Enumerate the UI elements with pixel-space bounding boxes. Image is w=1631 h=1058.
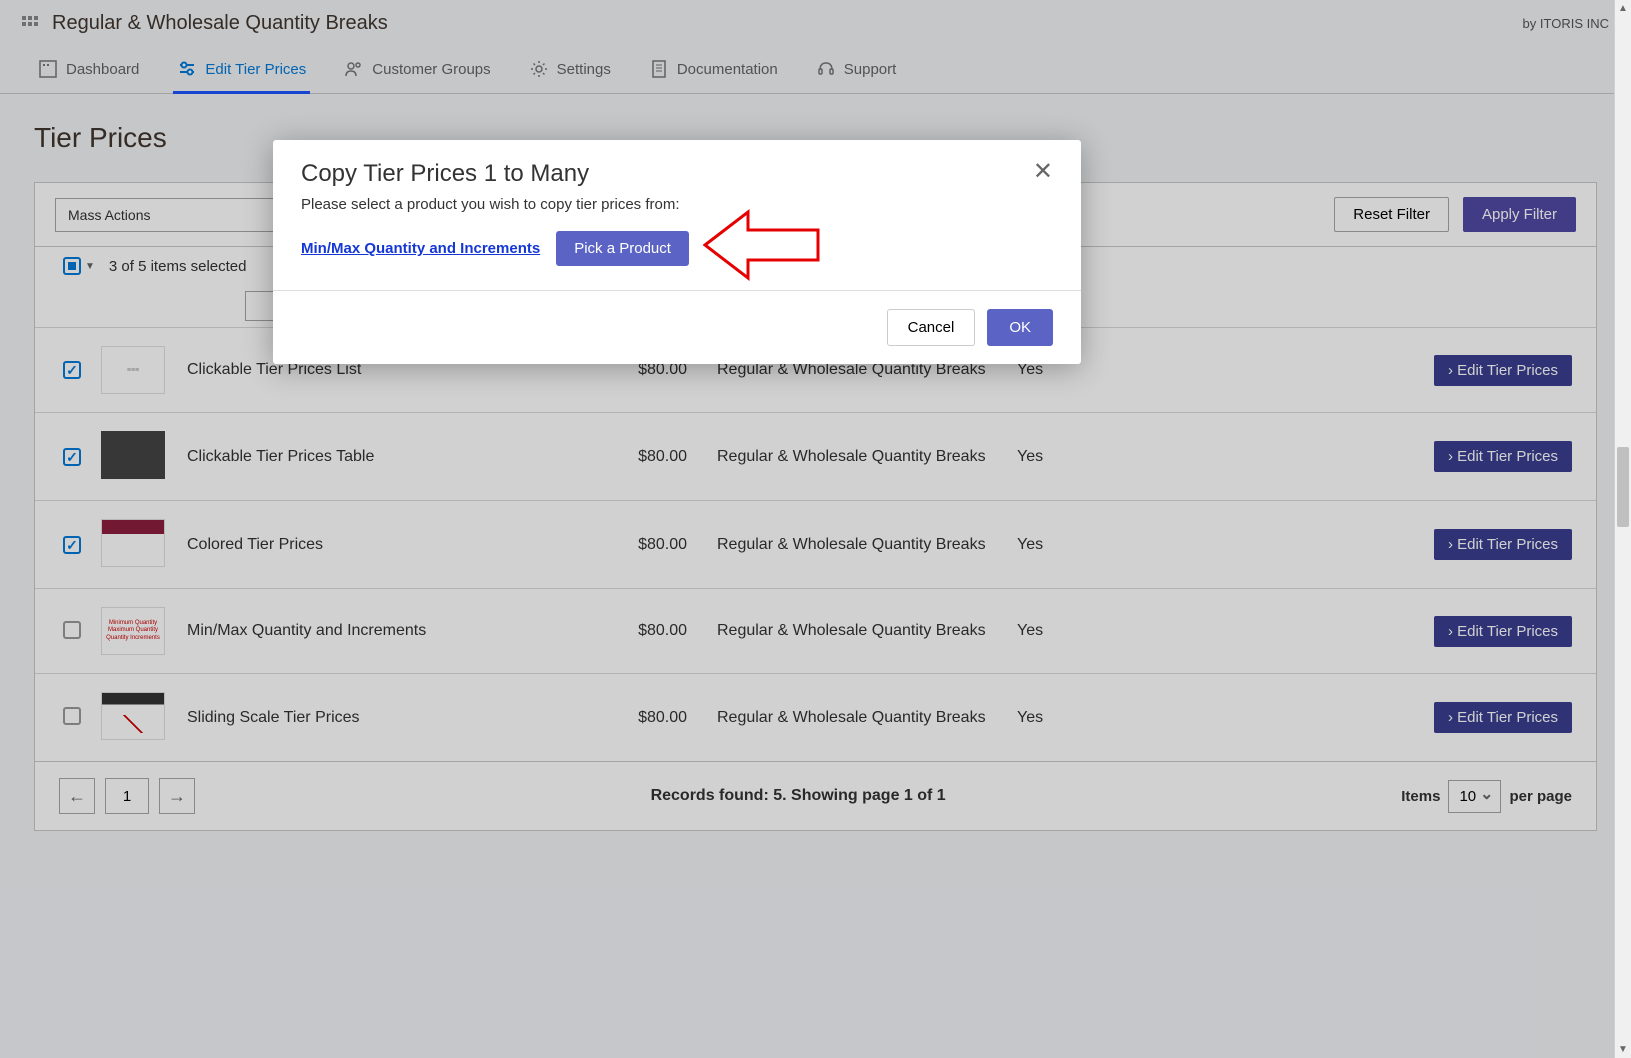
tab-edit-tier-label: Edit Tier Prices (205, 61, 306, 78)
tab-settings-label: Settings (557, 61, 611, 78)
next-page-button[interactable]: → (159, 778, 195, 814)
mass-actions-label: Mass Actions (68, 207, 150, 223)
tab-settings[interactable]: Settings (525, 47, 615, 94)
table-row: Minimum Quantity Maximum Quantity Quanti… (35, 589, 1596, 674)
tab-documentation-label: Documentation (677, 61, 778, 78)
product-price: $80.00 (597, 501, 697, 589)
row-checkbox[interactable] (63, 621, 81, 639)
sliders-icon (177, 59, 197, 79)
product-enabled: Yes (1007, 413, 1127, 501)
mass-actions-dropdown[interactable]: Mass Actions (55, 198, 275, 232)
product-category: Regular & Wholesale Quantity Breaks (697, 413, 1007, 501)
headset-icon (816, 59, 836, 79)
tab-customer-groups-label: Customer Groups (372, 61, 490, 78)
table-row: ✓ Colored Tier Prices$80.00Regular & Whol… (35, 501, 1596, 589)
tab-edit-tier[interactable]: Edit Tier Prices (173, 47, 310, 94)
document-icon (649, 59, 669, 79)
edit-tier-prices-button[interactable]: › Edit Tier Prices (1434, 355, 1572, 386)
product-name: Clickable Tier Prices Table (177, 413, 597, 501)
chevron-down-icon: ▼ (85, 261, 95, 272)
reset-filter-button[interactable]: Reset Filter (1334, 197, 1449, 232)
product-category: Regular & Wholesale Quantity Breaks (697, 501, 1007, 589)
table-row: ✓ Clickable Tier Prices Table$80.00Regula… (35, 413, 1596, 501)
modal-instruction: Please select a product you wish to copy… (301, 196, 1053, 213)
table-row: Sliding Scale Tier Prices$80.00Regular &… (35, 674, 1596, 762)
product-enabled: Yes (1007, 674, 1127, 762)
product-category: Regular & Wholesale Quantity Breaks (697, 589, 1007, 674)
product-name: Min/Max Quantity and Increments (177, 589, 597, 674)
edit-tier-prices-button[interactable]: › Edit Tier Prices (1434, 529, 1572, 560)
edit-tier-prices-button[interactable]: › Edit Tier Prices (1434, 616, 1572, 647)
product-name: Sliding Scale Tier Prices (177, 674, 597, 762)
tab-support[interactable]: Support (812, 47, 901, 94)
row-checkbox[interactable]: ✓ (63, 448, 81, 466)
brand-label: by ITORIS INC (1523, 16, 1609, 31)
items-label: Items (1401, 788, 1440, 805)
pick-product-button[interactable]: Pick a Product (556, 231, 689, 266)
product-price: $80.00 (597, 413, 697, 501)
product-thumbnail (101, 692, 165, 740)
prev-page-button[interactable]: ← (59, 778, 95, 814)
apply-filter-button[interactable]: Apply Filter (1463, 197, 1576, 232)
records-summary: Records found: 5. Showing page 1 of 1 (651, 787, 946, 805)
dashboard-icon (38, 59, 58, 79)
tab-dashboard-label: Dashboard (66, 61, 139, 78)
modal-title: Copy Tier Prices 1 to Many (301, 160, 589, 188)
apps-grid-icon[interactable] (22, 16, 38, 32)
row-checkbox[interactable]: ✓ (63, 536, 81, 554)
scroll-up-icon[interactable]: ▲ (1615, 0, 1631, 17)
product-enabled: Yes (1007, 589, 1127, 674)
nav-tabs: Dashboard Edit Tier Prices Customer Grou… (0, 47, 1631, 94)
tab-dashboard[interactable]: Dashboard (34, 47, 143, 94)
page-app-title: Regular & Wholesale Quantity Breaks (52, 12, 388, 35)
page-number-input[interactable] (105, 778, 149, 814)
selected-product-link[interactable]: Min/Max Quantity and Increments (301, 240, 540, 257)
tab-documentation[interactable]: Documentation (645, 47, 782, 94)
top-header: Regular & Wholesale Quantity Breaks by I… (0, 0, 1631, 47)
users-icon (344, 59, 364, 79)
edit-tier-prices-button[interactable]: › Edit Tier Prices (1434, 702, 1572, 733)
vertical-scrollbar[interactable]: ▲ ▼ (1614, 0, 1631, 1058)
product-name: Colored Tier Prices (177, 501, 597, 589)
tab-support-label: Support (844, 61, 897, 78)
scroll-down-icon[interactable]: ▼ (1615, 1041, 1631, 1058)
per-page-select[interactable]: 10 (1448, 780, 1501, 813)
copy-tier-prices-modal: Copy Tier Prices 1 to Many ✕ Please sele… (273, 140, 1081, 364)
product-enabled: Yes (1007, 501, 1127, 589)
products-table: ✓≡≡≡Clickable Tier Prices List$80.00Regu… (35, 327, 1596, 761)
product-thumbnail (101, 431, 165, 479)
product-thumbnail: Minimum Quantity Maximum Quantity Quanti… (101, 607, 165, 655)
product-thumbnail: ≡≡≡ (101, 346, 165, 394)
gear-icon (529, 59, 549, 79)
select-all-dropdown[interactable]: ▼ (63, 257, 95, 275)
product-category: Regular & Wholesale Quantity Breaks (697, 674, 1007, 762)
product-price: $80.00 (597, 674, 697, 762)
per-page-label: per page (1509, 788, 1572, 805)
product-thumbnail (101, 519, 165, 567)
cancel-button[interactable]: Cancel (887, 309, 976, 346)
close-icon[interactable]: ✕ (1033, 160, 1053, 184)
ok-button[interactable]: OK (987, 309, 1053, 346)
tab-customer-groups[interactable]: Customer Groups (340, 47, 494, 94)
edit-tier-prices-button[interactable]: › Edit Tier Prices (1434, 441, 1572, 472)
product-price: $80.00 (597, 589, 697, 674)
selection-count: 3 of 5 items selected (109, 258, 247, 275)
row-checkbox[interactable]: ✓ (63, 361, 81, 379)
row-checkbox[interactable] (63, 707, 81, 725)
scroll-thumb[interactable] (1617, 447, 1629, 527)
